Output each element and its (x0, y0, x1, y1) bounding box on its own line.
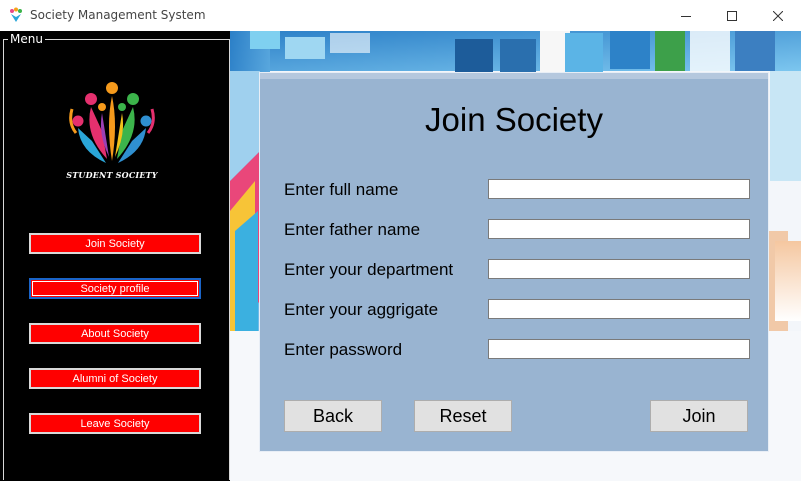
back-button[interactable]: Back (284, 400, 382, 432)
society-profile-menu-button[interactable]: Society profile (29, 278, 201, 299)
leave-society-menu-button[interactable]: Leave Society (29, 413, 201, 434)
full-name-input[interactable] (488, 179, 750, 199)
minimize-button[interactable] (663, 0, 709, 31)
logo-text: STUDENT SOCIETY (66, 170, 158, 180)
close-button[interactable] (755, 0, 801, 31)
form-title: Join Society (425, 101, 603, 138)
menu-legend: Menu (8, 32, 45, 46)
join-button[interactable]: Join (650, 400, 748, 432)
password-label: Enter password (284, 340, 403, 359)
department-label: Enter your department (284, 260, 454, 279)
minimize-icon (681, 15, 691, 17)
reset-button[interactable]: Reset (414, 400, 512, 432)
full-name-label: Enter full name (284, 180, 399, 199)
father-name-input[interactable] (488, 219, 750, 239)
password-input[interactable] (488, 339, 750, 359)
about-society-menu-button[interactable]: About Society (29, 323, 201, 344)
app-logo-icon (10, 7, 22, 22)
maximize-icon (727, 10, 737, 21)
window-title: Society Management System (30, 8, 206, 22)
aggregate-label: Enter your aggrigate (284, 300, 439, 319)
aggregate-input[interactable] (488, 299, 750, 319)
title-bar: Society Management System (0, 0, 801, 32)
maximize-button[interactable] (709, 0, 755, 31)
father-name-label: Enter father name (284, 220, 421, 239)
menu-panel: Menu STUDENT SOCIETY Join Society Societ… (0, 31, 230, 481)
alumni-menu-button[interactable]: Alumni of Society (29, 368, 201, 389)
department-input[interactable] (488, 259, 750, 279)
join-society-form: Join Society Enter full name Enter fathe… (259, 72, 769, 452)
close-icon (773, 10, 783, 21)
form-top-strip (260, 73, 768, 79)
join-society-menu-button[interactable]: Join Society (29, 233, 201, 254)
